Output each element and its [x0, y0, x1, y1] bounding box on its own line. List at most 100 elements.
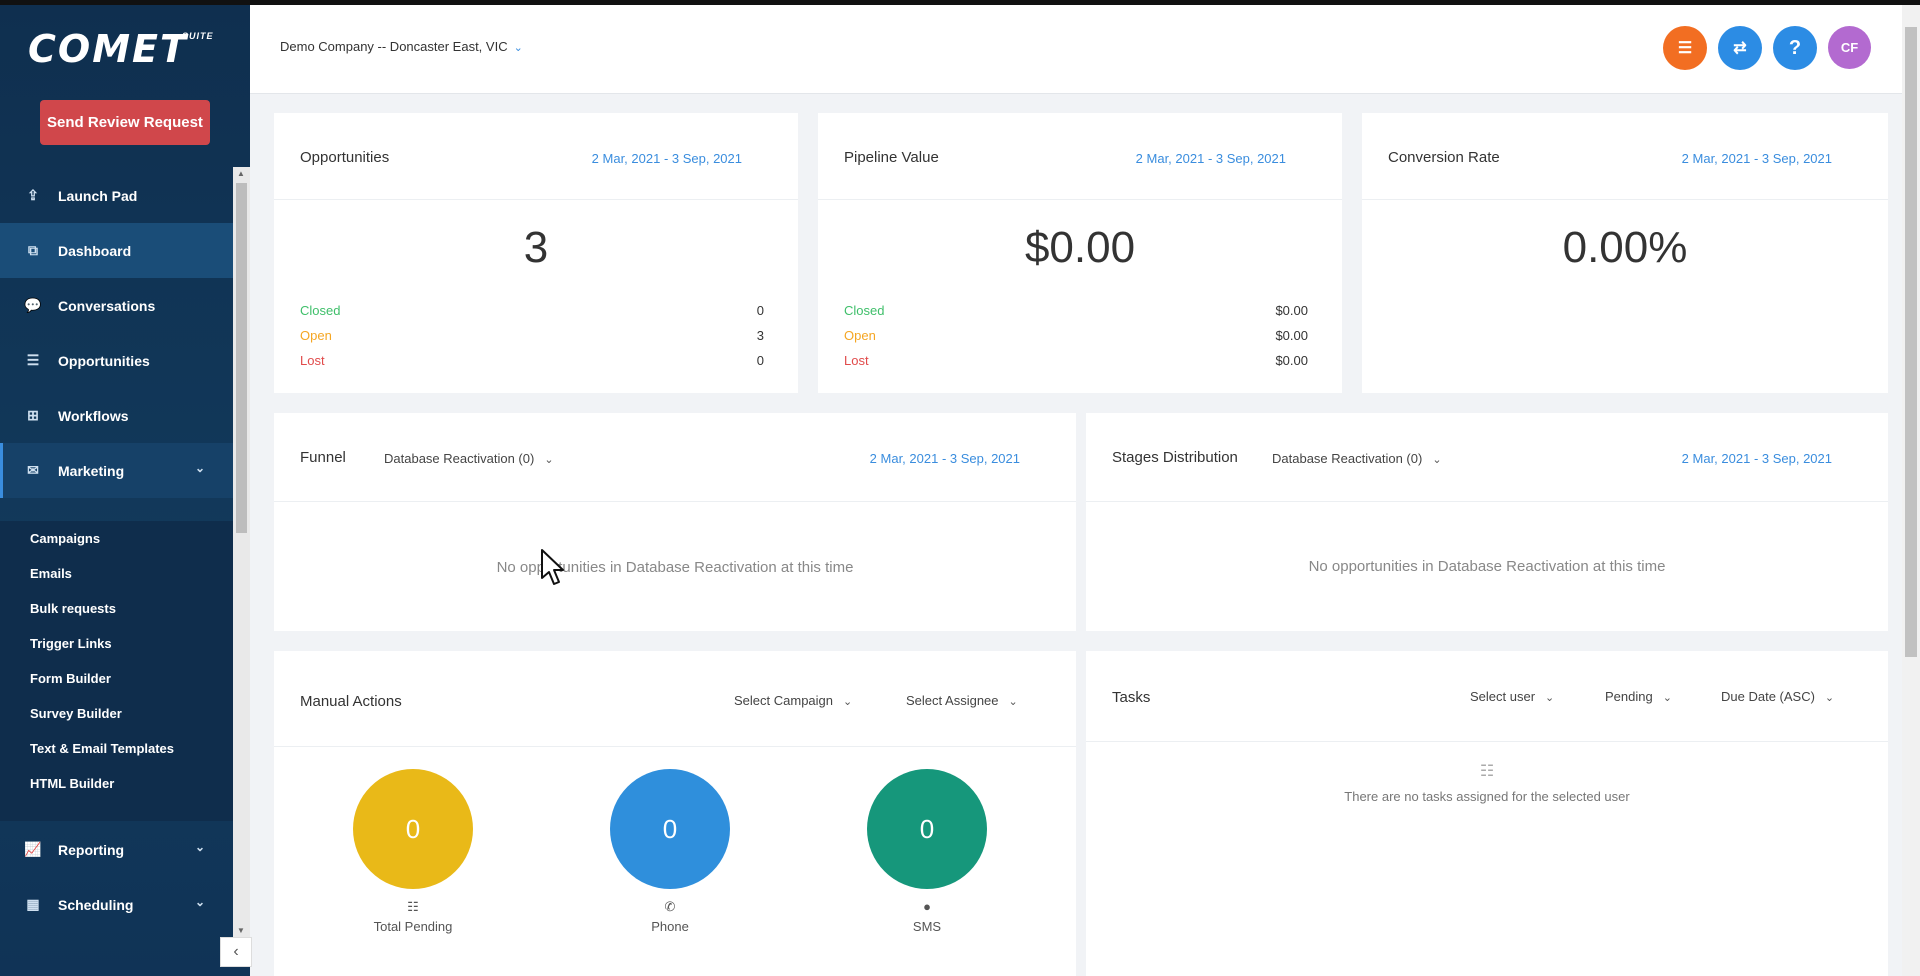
stat-label: Open [300, 328, 332, 343]
calendar-icon: ▦ [26, 896, 40, 912]
chevron-down-icon: ⌄ [1824, 692, 1835, 704]
sms-circle[interactable]: 0 [867, 769, 987, 889]
submenu-emails[interactable]: Emails [0, 556, 233, 591]
chevron-down-icon: ⌄ [194, 895, 205, 909]
assignee-select[interactable]: Select Assignee ⌄ [906, 693, 1018, 708]
select-value: Database Reactivation (0) [1272, 451, 1423, 466]
total-pending-label: Total Pending [373, 919, 453, 934]
sidebar-item-label: Reporting [58, 841, 125, 858]
sidebar-item-label: Workflows [58, 407, 129, 424]
help-icon: ? [1788, 36, 1802, 59]
location-name: Demo Company -- Doncaster East, VIC [280, 39, 508, 54]
submenu-templates[interactable]: Text & Email Templates [0, 731, 233, 766]
help-button[interactable]: ? [1773, 26, 1817, 70]
date-range[interactable]: 2 Mar, 2021 - 3 Sep, 2021 [1136, 151, 1286, 166]
date-range[interactable]: 2 Mar, 2021 - 3 Sep, 2021 [870, 451, 1020, 466]
list-button[interactable]: ☰ [1663, 26, 1707, 70]
funnel-empty-message: No opportunities in Database Reactivatio… [496, 559, 854, 576]
workflow-icon: ⊞ [27, 407, 39, 423]
avatar[interactable]: CF [1828, 26, 1871, 69]
sidebar-item-marketing[interactable]: ✉ Marketing ⌄ [0, 443, 233, 498]
switch-button[interactable]: ⇄ [1718, 26, 1762, 70]
select-value: Pending [1605, 689, 1653, 704]
mouse-cursor-icon [541, 549, 564, 585]
submenu-trigger-links[interactable]: Trigger Links [0, 626, 233, 661]
conversion-rate-card: Conversion Rate 2 Mar, 2021 - 3 Sep, 202… [1362, 113, 1888, 393]
user-select[interactable]: Select user ⌄ [1470, 689, 1554, 704]
sidebar-item-reporting[interactable]: 📈 Reporting ⌄ [0, 822, 233, 877]
stat-row-open: Open 3 [300, 328, 764, 343]
sidebar-item-workflows[interactable]: ⊞ Workflows [0, 388, 233, 443]
chat-icon: 💬 [24, 297, 42, 313]
stat-value: 3 [756, 328, 764, 343]
stat-label: Closed [300, 303, 341, 318]
sidebar-scroll-thumb[interactable] [236, 183, 247, 533]
select-value: Select user [1470, 689, 1536, 704]
phone-circle[interactable]: 0 [610, 769, 730, 889]
sms-label: SMS [912, 919, 942, 934]
submenu-bulk-requests[interactable]: Bulk requests [0, 591, 233, 626]
rocket-icon: ⇪ [27, 187, 39, 203]
chevron-left-icon: ‹ [233, 943, 239, 960]
scroll-up-icon[interactable]: ▲ [237, 169, 245, 178]
chevron-down-icon: ⌄ [843, 696, 853, 708]
chevron-down-icon: ⌄ [1545, 692, 1555, 704]
scroll-down-icon[interactable]: ▼ [237, 926, 245, 935]
sidebar-item-label: Dashboard [58, 242, 132, 259]
chart-icon: 📈 [24, 841, 42, 857]
stat-label: Closed [844, 303, 885, 318]
card-header: Manual Actions Select Campaign ⌄ Select A… [274, 651, 1076, 747]
campaign-select[interactable]: Select Campaign ⌄ [734, 693, 852, 708]
chevron-down-icon: ⌄ [513, 42, 523, 54]
date-range[interactable]: 2 Mar, 2021 - 3 Sep, 2021 [592, 151, 742, 166]
page-scrollbar[interactable] [1902, 5, 1920, 976]
card-header: Conversion Rate 2 Mar, 2021 - 3 Sep, 202… [1362, 113, 1888, 200]
sidebar-item-launch-pad[interactable]: ⇪ Launch Pad [0, 168, 233, 223]
chevron-down-icon: ⌄ [1432, 454, 1442, 466]
card-header: Tasks Select user ⌄ Pending ⌄ Due Date (AS… [1086, 651, 1888, 742]
marketing-submenu: Campaigns Emails Bulk requests Trigger L… [0, 521, 233, 821]
card-header: Funnel Database Reactivation (0) ⌄ 2 Mar,… [274, 413, 1076, 502]
opportunities-total: 3 [523, 223, 549, 272]
topbar: Demo Company -- Doncaster East, VIC ⌄ ☰ ⇄… [250, 5, 1902, 94]
sidebar-scrollbar[interactable]: ▲ ▼ [233, 167, 250, 937]
stat-value: $0.00 [1275, 328, 1308, 343]
pipeline-select[interactable]: Database Reactivation (0) ⌄ [1272, 451, 1442, 466]
sidebar-item-opportunities[interactable]: ☰ Opportunities [0, 333, 233, 388]
phone-icon: ✆ [664, 899, 676, 914]
sidebar-item-scheduling[interactable]: ▦ Scheduling ⌄ [0, 877, 233, 932]
location-selector[interactable]: Demo Company -- Doncaster East, VIC ⌄ [280, 39, 523, 54]
sidebar-item-dashboard[interactable]: ⧉ Dashboard [0, 223, 233, 278]
card-title: Funnel [300, 449, 346, 466]
logo[interactable]: COMET [28, 27, 188, 71]
status-select[interactable]: Pending ⌄ [1605, 689, 1672, 704]
total-pending-circle[interactable]: 0 [353, 769, 473, 889]
page-scroll-thumb[interactable] [1905, 27, 1917, 657]
pipeline-select[interactable]: Database Reactivation (0) ⌄ [384, 451, 554, 466]
conversion-total: 0.00% [1562, 223, 1688, 272]
card-header: Pipeline Value 2 Mar, 2021 - 3 Sep, 2021 [818, 113, 1342, 200]
stat-row-closed: Closed $0.00 [844, 303, 1308, 318]
submenu-campaigns[interactable]: Campaigns [0, 521, 233, 556]
select-value: Select Assignee [906, 693, 999, 708]
submenu-survey-builder[interactable]: Survey Builder [0, 696, 233, 731]
sidebar: COMET SUITE Send Review Request ⇪ Launch… [0, 5, 252, 976]
opportunities-icon: ☰ [26, 352, 40, 368]
stat-row-lost: Lost 0 [300, 353, 764, 368]
opportunities-card: Opportunities 2 Mar, 2021 - 3 Sep, 2021 … [274, 113, 798, 393]
collapse-sidebar-button[interactable]: ‹ [220, 937, 252, 967]
submenu-form-builder[interactable]: Form Builder [0, 661, 233, 696]
sidebar-item-conversations[interactable]: 💬 Conversations [0, 278, 233, 333]
send-review-request-button[interactable]: Send Review Request [40, 100, 210, 145]
sort-select[interactable]: Due Date (ASC) ⌄ [1721, 689, 1834, 704]
swap-icon: ⇄ [1733, 40, 1747, 57]
date-range[interactable]: 2 Mar, 2021 - 3 Sep, 2021 [1682, 151, 1832, 166]
stat-value: 0 [756, 353, 764, 368]
stat-row-lost: Lost $0.00 [844, 353, 1308, 368]
sidebar-item-label: Opportunities [58, 352, 150, 369]
tasks-card: Tasks Select user ⌄ Pending ⌄ Due Date (AS… [1086, 651, 1888, 976]
phone-label: Phone [651, 919, 689, 934]
submenu-html-builder[interactable]: HTML Builder [0, 766, 233, 801]
date-range[interactable]: 2 Mar, 2021 - 3 Sep, 2021 [1682, 451, 1832, 466]
chevron-down-icon: ⌄ [1008, 696, 1018, 708]
